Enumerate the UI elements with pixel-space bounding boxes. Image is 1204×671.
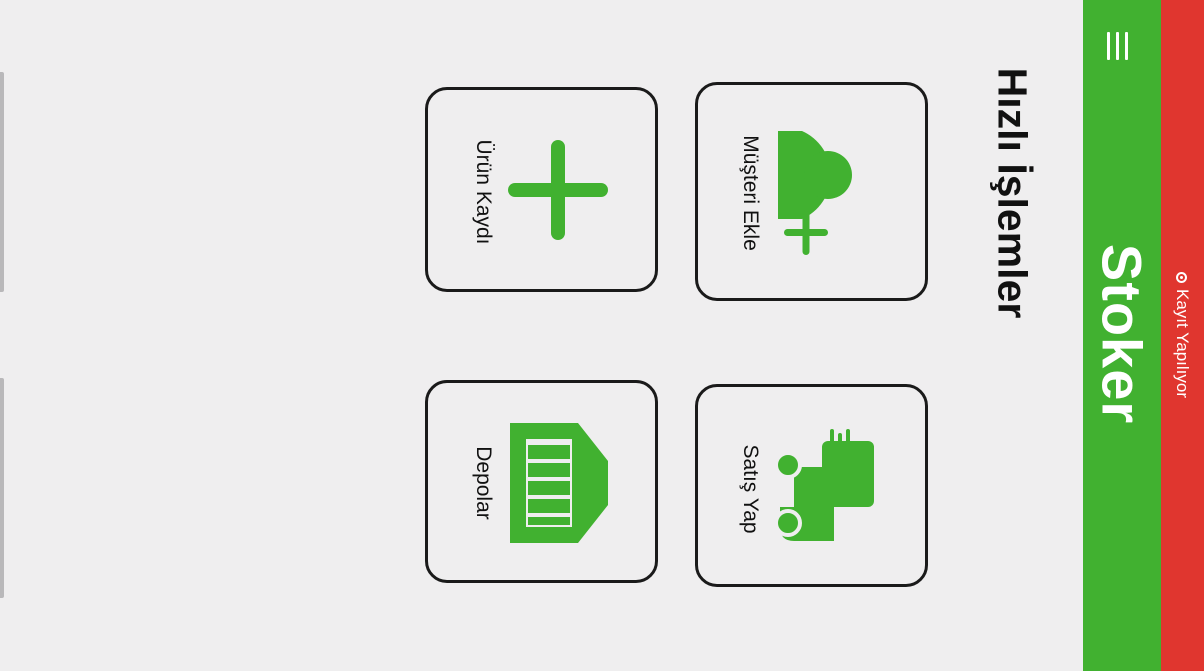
product-register-label: Ürün Kaydı [472, 139, 495, 245]
record-dot-icon [1176, 272, 1188, 284]
warehouses-label: Depolar [472, 446, 495, 520]
app-screen: Kayıt Yapılıyor Stoker Hızlı İşlemler Mü… [0, 0, 1204, 671]
delivery-truck-icon [774, 429, 874, 541]
quick-actions-title: Hızlı İşlemler [989, 67, 1036, 319]
recording-text: Kayıt Yapılıyor [1173, 289, 1192, 398]
warehouses-tile[interactable]: Depolar [425, 380, 658, 583]
product-register-tile[interactable]: Ürün Kaydı [425, 87, 658, 292]
add-person-icon [778, 131, 852, 255]
warehouse-icon [510, 423, 608, 543]
add-customer-label: Müşteri Ekle [739, 135, 762, 251]
add-customer-tile[interactable]: Müşteri Ekle [695, 82, 928, 301]
make-sale-label: Satış Yap [739, 444, 762, 534]
app-title: Stoker [1090, 243, 1154, 425]
plus-icon [508, 140, 608, 240]
edge-handle-top [0, 72, 4, 292]
recording-indicator: Kayıt Yapılıyor [1172, 272, 1192, 398]
make-sale-tile[interactable]: Satış Yap [695, 384, 928, 587]
hamburger-menu-icon[interactable] [1100, 28, 1136, 64]
edge-handle-bottom [0, 378, 4, 598]
